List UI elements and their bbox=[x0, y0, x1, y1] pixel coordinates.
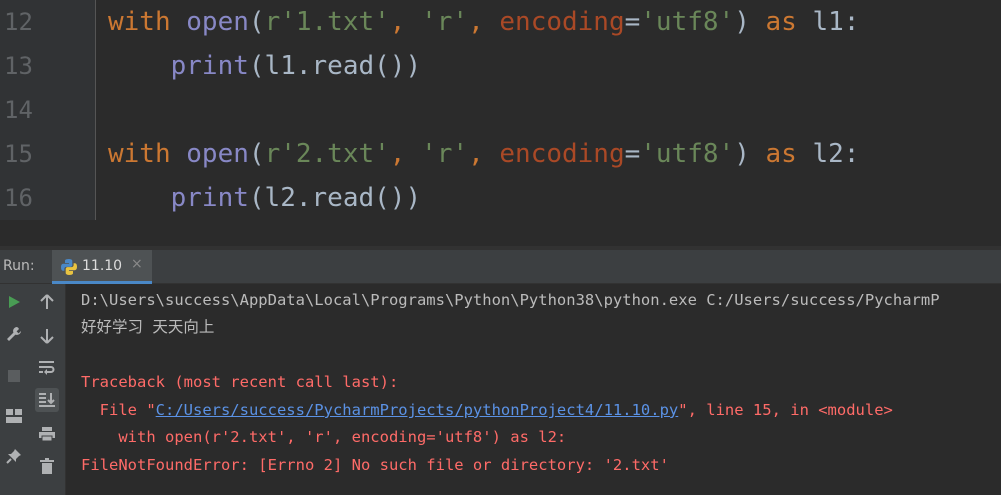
run-icon[interactable] bbox=[2, 290, 26, 314]
line-number: 12 bbox=[4, 8, 33, 36]
code-line[interactable]: print(l2.read()) bbox=[108, 176, 421, 220]
line-number-gutter: 12 13 14 15 16 bbox=[0, 0, 96, 220]
code-token: l2: bbox=[796, 139, 860, 169]
error-message: FileNotFoundError: [Errno 2] No such fil… bbox=[81, 456, 669, 474]
code-token: r'1.txt' bbox=[264, 7, 390, 37]
console-output[interactable]: D:\Users\success\AppData\Local\Programs\… bbox=[66, 284, 1001, 495]
code-token: as bbox=[765, 139, 797, 169]
line-number: 13 bbox=[4, 52, 33, 80]
console-command-line: D:\Users\success\AppData\Local\Programs\… bbox=[81, 291, 940, 309]
run-toolbar-left bbox=[0, 284, 28, 495]
soft-wrap-icon[interactable] bbox=[35, 356, 59, 380]
code-token: ) bbox=[734, 7, 766, 37]
code-token: encoding bbox=[499, 139, 625, 169]
code-token: = bbox=[624, 139, 641, 169]
code-token: encoding bbox=[499, 7, 625, 37]
code-editor[interactable]: 12 13 14 15 16 with open(r'1.txt', 'r', … bbox=[0, 0, 1001, 220]
wrench-icon[interactable] bbox=[2, 322, 26, 346]
run-tool-window-header: Run: 11.10 × bbox=[0, 250, 1001, 284]
trash-icon[interactable] bbox=[35, 454, 59, 478]
code-line[interactable]: with open(r'2.txt', 'r', encoding='utf8'… bbox=[108, 132, 859, 176]
traceback-file-line: File "C:/Users/success/PycharmProjects/p… bbox=[81, 401, 893, 419]
pin-icon[interactable] bbox=[2, 444, 26, 468]
stop-icon[interactable] bbox=[2, 364, 26, 388]
code-token: 'utf8' bbox=[640, 7, 735, 37]
close-icon[interactable]: × bbox=[131, 256, 143, 272]
code-token: ( bbox=[248, 139, 265, 169]
code-token: with bbox=[108, 7, 171, 37]
code-line[interactable]: print(l1.read()) bbox=[108, 44, 421, 88]
code-token: with bbox=[108, 139, 171, 169]
print-icon[interactable] bbox=[35, 422, 59, 446]
code-token: print bbox=[170, 183, 249, 213]
code-token: , bbox=[468, 7, 500, 37]
line-number: 14 bbox=[4, 96, 33, 124]
console-output-line: 好好学习 天天向上 bbox=[81, 318, 215, 336]
code-token: 'r' bbox=[421, 7, 469, 37]
line-number: 16 bbox=[4, 184, 33, 212]
code-token: r'2.txt' bbox=[264, 139, 390, 169]
layout-icon[interactable] bbox=[2, 404, 26, 428]
scroll-to-end-icon[interactable] bbox=[35, 388, 59, 412]
traceback-file-link[interactable]: C:/Users/success/PycharmProjects/pythonP… bbox=[156, 401, 679, 419]
code-token: 'utf8' bbox=[640, 139, 735, 169]
code-token: as bbox=[765, 7, 797, 37]
traceback-header: Traceback (most recent call last): bbox=[81, 373, 399, 391]
traceback-source-line: with open(r'2.txt', 'r', encoding='utf8'… bbox=[81, 428, 567, 446]
code-token: open bbox=[186, 139, 249, 169]
code-token: 'r' bbox=[421, 139, 469, 169]
run-tab-label: 11.10 bbox=[82, 258, 123, 274]
python-icon bbox=[61, 259, 77, 275]
code-token: print bbox=[170, 51, 249, 81]
code-token: ) bbox=[734, 139, 766, 169]
code-token: , bbox=[468, 139, 500, 169]
code-token: , bbox=[389, 7, 422, 37]
run-tab[interactable]: 11.10 × bbox=[52, 250, 152, 284]
down-arrow-icon[interactable] bbox=[35, 324, 59, 348]
up-arrow-icon[interactable] bbox=[35, 290, 59, 314]
code-token: , bbox=[389, 139, 422, 169]
code-token: ( bbox=[248, 7, 265, 37]
code-token: l1: bbox=[796, 7, 860, 37]
console-toolbar bbox=[28, 284, 66, 495]
code-token: open bbox=[186, 7, 249, 37]
code-token: (l2.read()) bbox=[248, 183, 422, 213]
code-token: = bbox=[624, 7, 641, 37]
code-line[interactable]: with open(r'1.txt', 'r', encoding='utf8'… bbox=[108, 0, 859, 44]
run-label: Run: bbox=[3, 258, 35, 274]
code-token: (l1.read()) bbox=[248, 51, 422, 81]
line-number: 15 bbox=[4, 140, 33, 168]
